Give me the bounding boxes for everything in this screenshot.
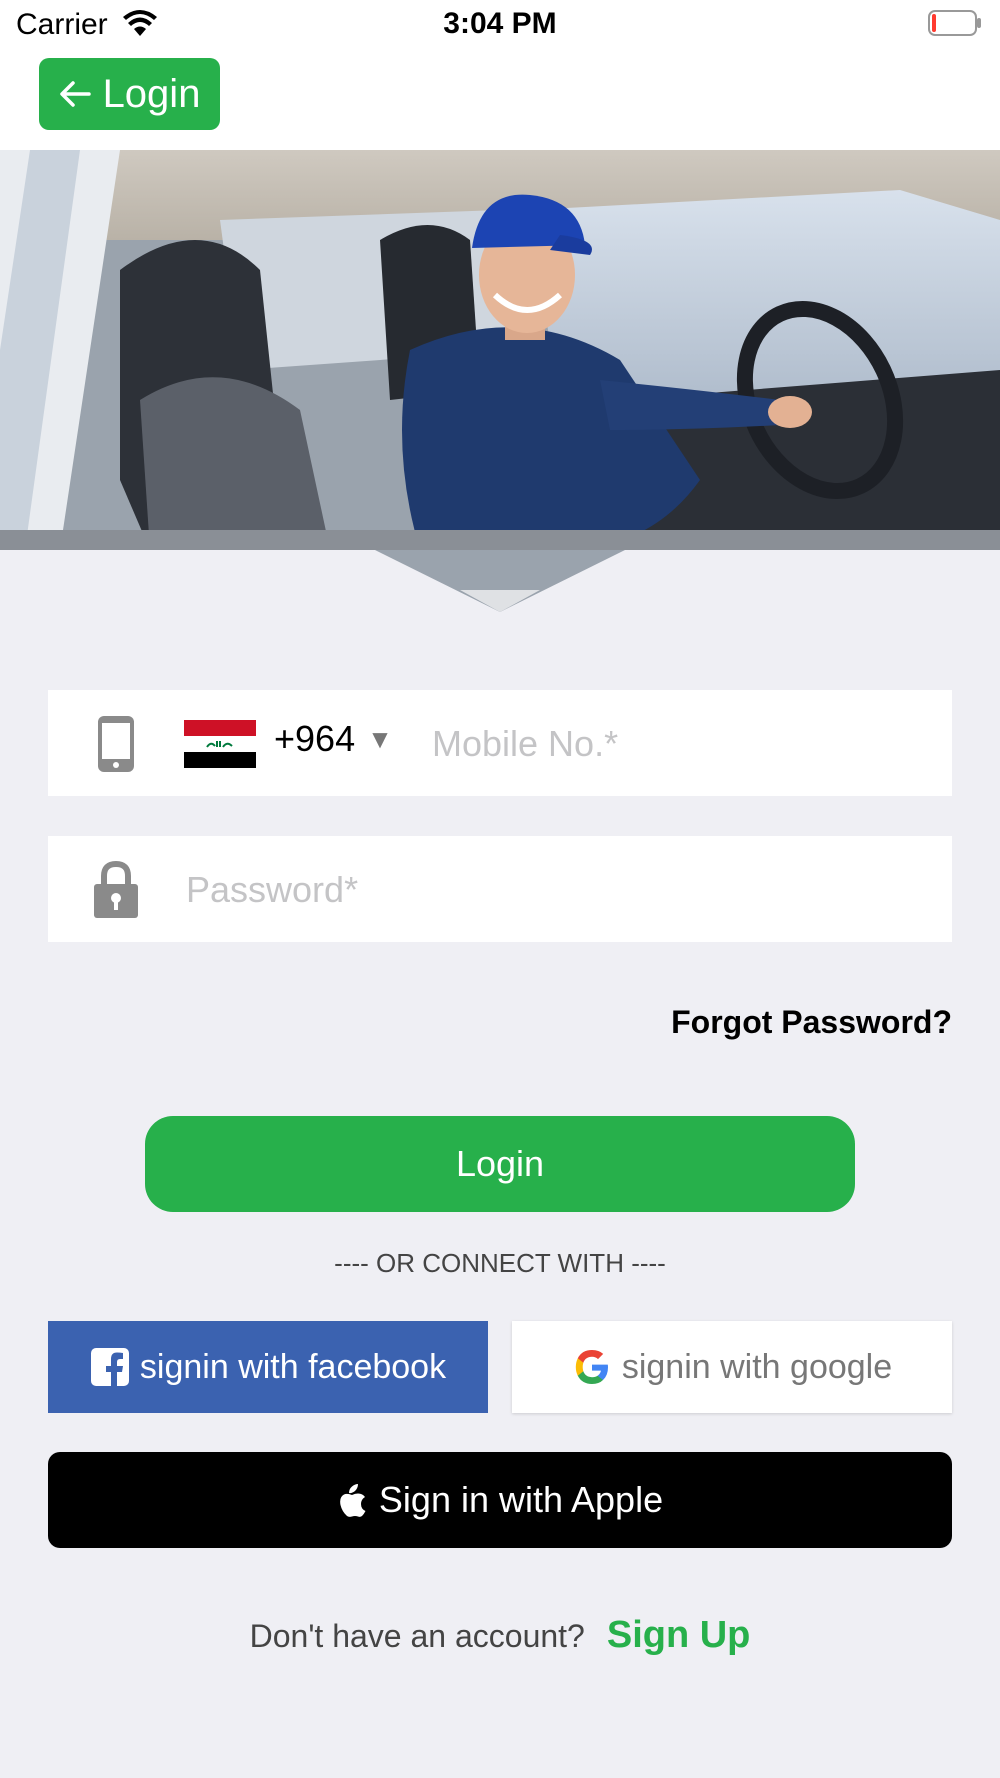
connect-divider: ---- OR CONNECT WITH ---- <box>334 1248 666 1278</box>
triangle-down-icon: ▼ <box>367 723 393 754</box>
apple-signin-button[interactable]: Sign in with Apple <box>48 1452 952 1548</box>
mobile-number-input[interactable] <box>430 690 934 798</box>
signup-row: Don't have an account? Sign Up <box>0 1614 1000 1657</box>
hero-pointer-notch <box>375 550 625 612</box>
battery-icon <box>928 10 981 36</box>
mobile-number-field: +964 ▼ <box>48 690 952 798</box>
apple-signin-label: Sign in with Apple <box>378 1479 664 1520</box>
arrow-left-icon <box>59 80 91 108</box>
forgot-password-link[interactable]: Forgot Password? <box>600 1004 952 1041</box>
back-login-button[interactable]: Login <box>39 58 220 130</box>
mobile-phone-icon <box>98 716 134 772</box>
password-input[interactable] <box>184 836 928 944</box>
apple-icon <box>340 1484 366 1517</box>
google-icon <box>575 1350 608 1384</box>
country-code-selector[interactable]: +964 ▼ <box>274 718 393 760</box>
password-field <box>48 836 952 944</box>
facebook-signin-label: signin with facebook <box>139 1347 447 1386</box>
lock-icon <box>94 860 138 918</box>
signup-prompt: Don't have an account? <box>249 1618 585 1654</box>
iraq-flag-icon <box>184 720 256 768</box>
google-signin-label: signin with google <box>621 1347 893 1386</box>
back-button-label: Login <box>102 71 201 116</box>
country-code-label: +964 <box>274 718 356 759</box>
signup-link[interactable]: Sign Up <box>607 1614 751 1657</box>
facebook-signin-button[interactable]: signin with facebook <box>48 1321 488 1413</box>
facebook-icon <box>90 1348 129 1386</box>
login-button[interactable]: Login <box>145 1116 855 1212</box>
google-signin-button[interactable]: signin with google <box>512 1321 952 1413</box>
hero-image <box>0 150 1000 550</box>
status-time: 3:04 PM <box>443 7 557 40</box>
